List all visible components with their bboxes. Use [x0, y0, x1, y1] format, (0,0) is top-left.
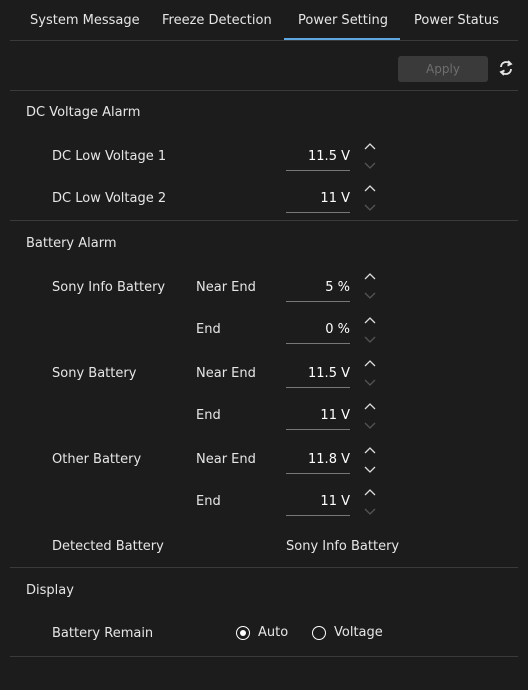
sony-info-battery-near-end-stepper: [362, 268, 378, 304]
detected-battery-label: Detected Battery: [52, 539, 164, 554]
refresh-icon[interactable]: [496, 58, 516, 78]
end-label: End: [196, 322, 221, 337]
sony-battery-near-end-stepper: [362, 355, 378, 391]
radio-voltage[interactable]: [312, 626, 326, 640]
radio-auto[interactable]: [236, 626, 250, 640]
tab-system-message[interactable]: System Message: [30, 10, 140, 32]
divider: [10, 90, 518, 91]
chevron-down-icon[interactable]: [362, 288, 378, 304]
dc-low-voltage-1-stepper: [362, 138, 378, 174]
end-label: End: [196, 408, 221, 423]
dc-low-voltage-2-field[interactable]: 11 V: [286, 191, 350, 213]
chevron-down-icon[interactable]: [362, 504, 378, 520]
sony-battery-end-stepper: [362, 398, 378, 434]
sony-info-battery-near-end-field[interactable]: 5 %: [286, 280, 350, 302]
detected-battery-value: Sony Info Battery: [286, 539, 400, 554]
chevron-down-icon[interactable]: [362, 332, 378, 348]
other-battery-near-end-field[interactable]: 11.8 V: [286, 452, 350, 474]
section-title-display: Display: [26, 583, 74, 598]
near-end-label: Near End: [196, 452, 256, 467]
sony-battery-label: Sony Battery: [52, 366, 137, 381]
other-battery-end-stepper: [362, 484, 378, 520]
chevron-up-icon[interactable]: [362, 138, 378, 154]
chevron-up-icon[interactable]: [362, 312, 378, 328]
other-battery-end-field[interactable]: 11 V: [286, 494, 350, 516]
active-tab-indicator: [284, 38, 400, 40]
sony-info-battery-label: Sony Info Battery: [52, 280, 166, 295]
chevron-up-icon[interactable]: [362, 268, 378, 284]
other-battery-label: Other Battery: [52, 452, 142, 467]
divider: [10, 656, 518, 657]
dc-low-voltage-2-stepper: [362, 180, 378, 216]
radio-voltage-label[interactable]: Voltage: [334, 625, 383, 640]
battery-remain-label: Battery Remain: [52, 626, 154, 641]
radio-auto-label[interactable]: Auto: [258, 625, 288, 640]
dc-low-voltage-1-label: DC Low Voltage 1: [52, 149, 167, 164]
divider: [10, 567, 518, 568]
section-title-battery-alarm: Battery Alarm: [26, 236, 117, 251]
chevron-down-icon[interactable]: [362, 462, 378, 478]
section-title-dc-voltage-alarm: DC Voltage Alarm: [26, 105, 141, 120]
sony-info-battery-end-stepper: [362, 312, 378, 348]
near-end-label: Near End: [196, 280, 256, 295]
chevron-down-icon[interactable]: [362, 375, 378, 391]
near-end-label: Near End: [196, 366, 256, 381]
chevron-down-icon[interactable]: [362, 200, 378, 216]
divider: [10, 220, 518, 221]
sony-info-battery-end-field[interactable]: 0 %: [286, 322, 350, 344]
chevron-up-icon[interactable]: [362, 398, 378, 414]
dc-low-voltage-1-field[interactable]: 11.5 V: [286, 149, 350, 171]
tab-freeze-detection[interactable]: Freeze Detection: [162, 10, 272, 32]
end-label: End: [196, 494, 221, 509]
chevron-down-icon[interactable]: [362, 418, 378, 434]
tab-bar: System Message Freeze Detection Power Se…: [10, 0, 518, 41]
chevron-up-icon[interactable]: [362, 355, 378, 371]
dc-low-voltage-2-label: DC Low Voltage 2: [52, 191, 167, 206]
chevron-down-icon[interactable]: [362, 158, 378, 174]
chevron-up-icon[interactable]: [362, 180, 378, 196]
chevron-up-icon[interactable]: [362, 484, 378, 500]
sony-battery-near-end-field[interactable]: 11.5 V: [286, 366, 350, 388]
other-battery-near-end-stepper: [362, 442, 378, 478]
chevron-up-icon[interactable]: [362, 442, 378, 458]
sony-battery-end-field[interactable]: 11 V: [286, 408, 350, 430]
tab-power-status[interactable]: Power Status: [414, 10, 499, 32]
apply-button[interactable]: Apply: [398, 56, 488, 82]
tab-power-setting[interactable]: Power Setting: [298, 10, 388, 32]
